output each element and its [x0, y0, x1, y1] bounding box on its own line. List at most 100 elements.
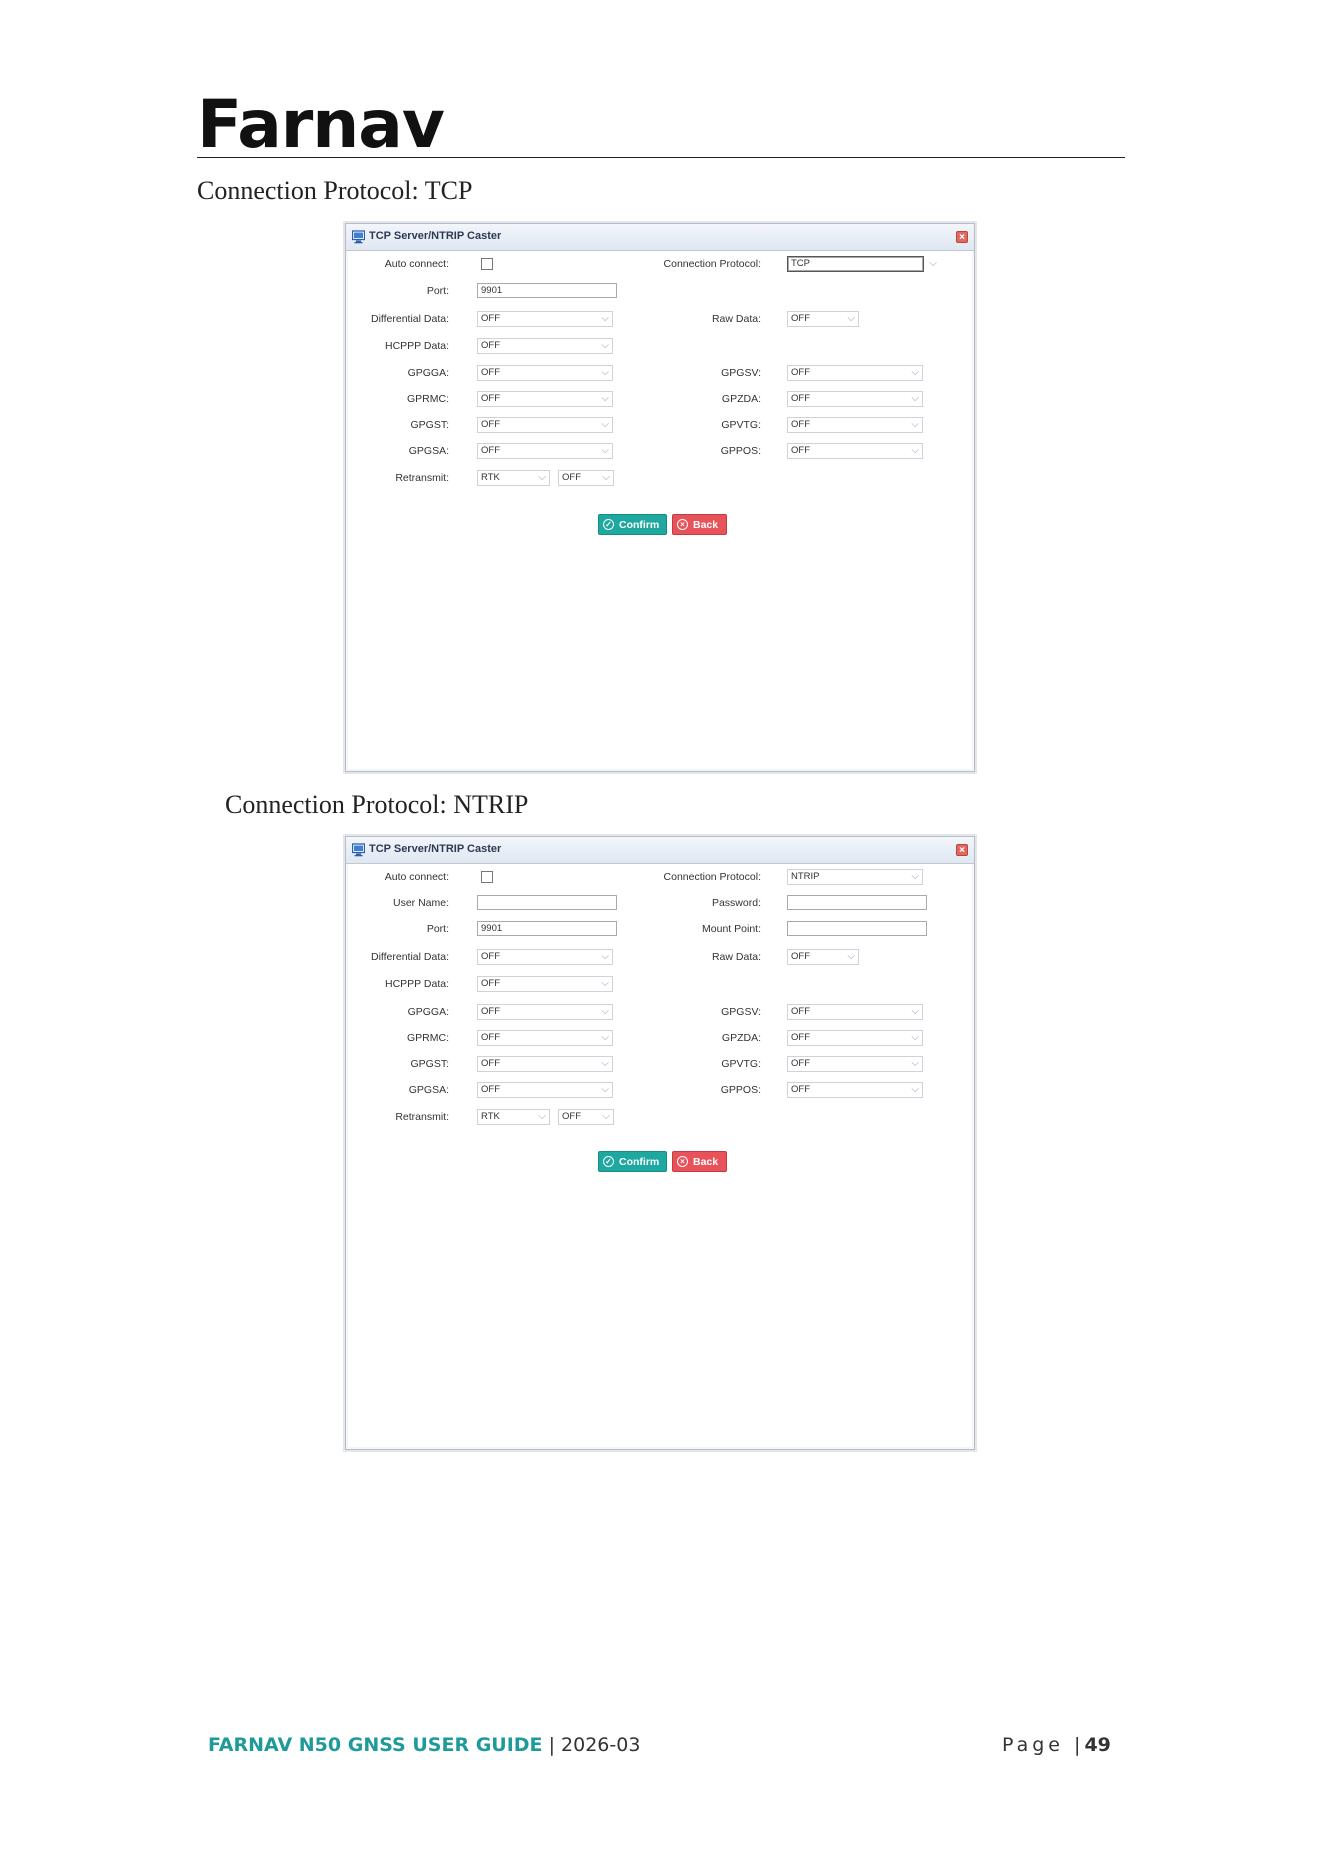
gpzda-value: OFF: [791, 1032, 810, 1043]
gpgsv-select[interactable]: OFF ⌵: [787, 1004, 923, 1020]
close-circle-icon: ×: [677, 519, 688, 530]
confirm-button[interactable]: ✓ Confirm: [598, 1151, 667, 1172]
retransmit-mode-value: RTK: [481, 1111, 500, 1122]
gpzda-value: OFF: [791, 393, 810, 404]
gpgga-label: GPGGA:: [407, 367, 449, 379]
footer-separator: |: [542, 1734, 562, 1756]
gpgga-select[interactable]: OFF ⌵: [477, 365, 613, 381]
gpzda-select[interactable]: OFF ⌵: [787, 1030, 923, 1046]
dialog-body: Auto connect: Connection Protocol: NTRIP…: [348, 864, 972, 1447]
chevron-down-icon: ⌵: [911, 1006, 919, 1017]
gpvtg-select[interactable]: OFF ⌵: [787, 1056, 923, 1072]
close-icon[interactable]: ×: [956, 844, 968, 856]
chevron-down-icon: ⌵: [929, 258, 937, 269]
gpgst-select[interactable]: OFF ⌵: [477, 417, 613, 433]
gpgsv-label: GPGSV:: [721, 1006, 761, 1018]
gprmc-value: OFF: [481, 393, 500, 404]
port-label: Port:: [426, 923, 449, 935]
retransmit-mode-select[interactable]: RTK ⌵: [477, 1109, 550, 1125]
confirm-button-label: Confirm: [619, 519, 660, 531]
footer-date: 2026-03: [561, 1734, 641, 1756]
gpzda-select[interactable]: OFF ⌵: [787, 391, 923, 407]
gpgsa-label: GPGSA:: [408, 445, 449, 457]
gpgsv-select[interactable]: OFF ⌵: [787, 365, 923, 381]
retransmit-mode-select[interactable]: RTK ⌵: [477, 470, 550, 486]
retransmit-output-select[interactable]: OFF ⌵: [558, 470, 614, 486]
gprmc-label: GPRMC:: [407, 393, 449, 405]
back-button[interactable]: × Back: [672, 1151, 727, 1172]
chevron-down-icon: ⌵: [911, 1058, 919, 1069]
gpgga-select[interactable]: OFF ⌵: [477, 1004, 613, 1020]
differential-data-select[interactable]: OFF ⌵: [477, 311, 613, 327]
gprmc-select[interactable]: OFF ⌵: [477, 1030, 613, 1046]
port-input[interactable]: 9901: [477, 921, 617, 936]
gpgsa-label: GPGSA:: [408, 1084, 449, 1096]
gppos-value: OFF: [791, 445, 810, 456]
chevron-down-icon: ⌵: [911, 1032, 919, 1043]
gpgst-label: GPGST:: [410, 419, 449, 431]
confirm-button-label: Confirm: [619, 1156, 660, 1168]
gpgsv-value: OFF: [791, 1006, 810, 1017]
chevron-down-icon: ⌵: [601, 1006, 609, 1017]
footer-page-label: Page: [1002, 1734, 1064, 1756]
gpgsa-value: OFF: [481, 1084, 500, 1095]
retransmit-output-value: OFF: [562, 472, 581, 483]
hcppp-data-select[interactable]: OFF ⌵: [477, 976, 613, 992]
section-heading-tcp: Connection Protocol: TCP: [197, 176, 473, 205]
chevron-down-icon: ⌵: [538, 472, 546, 483]
footer-page-separator: |: [1064, 1734, 1085, 1756]
raw-data-value: OFF: [791, 951, 810, 962]
chevron-down-icon: ⌵: [601, 313, 609, 324]
gpvtg-value: OFF: [791, 419, 810, 430]
connection-protocol-label: Connection Protocol:: [663, 258, 761, 270]
differential-data-select[interactable]: OFF ⌵: [477, 949, 613, 965]
chevron-down-icon: ⌵: [911, 419, 919, 430]
footer-page-info: Page |49: [1002, 1734, 1111, 1756]
user-name-input[interactable]: [477, 895, 617, 910]
connection-protocol-select[interactable]: TCP ⌵: [787, 256, 937, 272]
check-circle-icon: ✓: [603, 519, 614, 530]
connection-protocol-value: TCP: [791, 258, 810, 269]
chevron-down-icon: ⌵: [847, 951, 855, 962]
dialog-titlebar: TCP Server/NTRIP Caster ×: [346, 837, 974, 864]
gppos-select[interactable]: OFF ⌵: [787, 1082, 923, 1098]
hcppp-data-value: OFF: [481, 978, 500, 989]
chevron-down-icon: ⌵: [601, 393, 609, 404]
gpgga-label: GPGGA:: [407, 1006, 449, 1018]
raw-data-select[interactable]: OFF ⌵: [787, 949, 859, 965]
chevron-down-icon: ⌵: [601, 367, 609, 378]
gpvtg-select[interactable]: OFF ⌵: [787, 417, 923, 433]
retransmit-mode-value: RTK: [481, 472, 500, 483]
gpgsa-select[interactable]: OFF ⌵: [477, 443, 613, 459]
raw-data-label: Raw Data:: [711, 951, 761, 963]
check-circle-icon: ✓: [603, 1156, 614, 1167]
retransmit-label: Retransmit:: [395, 1111, 449, 1123]
retransmit-output-select[interactable]: OFF ⌵: [558, 1109, 614, 1125]
mount-point-input[interactable]: [787, 921, 927, 936]
auto-connect-checkbox[interactable]: [481, 258, 493, 270]
confirm-button[interactable]: ✓ Confirm: [598, 514, 667, 535]
raw-data-select[interactable]: OFF ⌵: [787, 311, 859, 327]
close-icon[interactable]: ×: [956, 231, 968, 243]
gppos-label: GPPOS:: [720, 1084, 761, 1096]
gpgsa-value: OFF: [481, 445, 500, 456]
gprmc-value: OFF: [481, 1032, 500, 1043]
back-button[interactable]: × Back: [672, 514, 727, 535]
auto-connect-checkbox[interactable]: [481, 871, 493, 883]
differential-data-label: Differential Data:: [370, 313, 449, 325]
gpgst-value: OFF: [481, 1058, 500, 1069]
hcppp-data-value: OFF: [481, 340, 500, 351]
gpgst-select[interactable]: OFF ⌵: [477, 1056, 613, 1072]
gprmc-select[interactable]: OFF ⌵: [477, 391, 613, 407]
port-label: Port:: [426, 285, 449, 297]
gppos-select[interactable]: OFF ⌵: [787, 443, 923, 459]
gpgst-label: GPGST:: [410, 1058, 449, 1070]
port-input[interactable]: 9901: [477, 283, 617, 298]
gpgsa-select[interactable]: OFF ⌵: [477, 1082, 613, 1098]
connection-protocol-select[interactable]: NTRIP ⌵: [787, 869, 923, 885]
password-input[interactable]: [787, 895, 927, 910]
mount-point-label: Mount Point:: [702, 923, 761, 935]
chevron-down-icon: ⌵: [847, 313, 855, 324]
farnav-logo: Farnav: [197, 86, 445, 163]
hcppp-data-select[interactable]: OFF ⌵: [477, 338, 613, 354]
